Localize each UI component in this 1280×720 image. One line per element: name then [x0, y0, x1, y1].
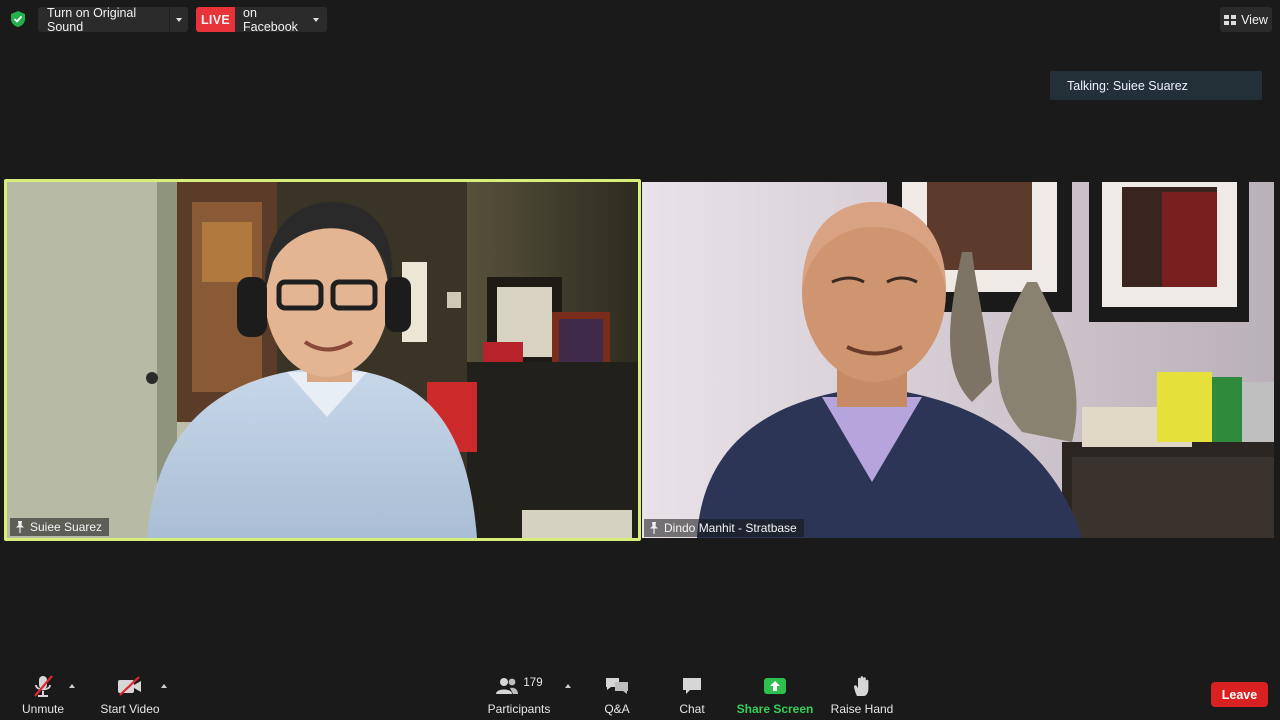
chat-button[interactable]: Chat — [672, 674, 712, 720]
share-screen-icon — [764, 678, 786, 694]
participants-options-caret[interactable] — [565, 684, 571, 688]
original-sound-dropdown[interactable] — [169, 7, 188, 32]
video-tile-dindo-manhit[interactable]: Dindo Manhit - Stratbase — [642, 182, 1274, 538]
unmute-button[interactable]: Unmute — [17, 674, 69, 720]
participant-name-tag: Suiee Suarez — [10, 518, 110, 536]
participant-name: Dindo Manhit - Stratbase — [664, 521, 797, 535]
qa-label: Q&A — [604, 702, 630, 716]
video-tile-suiee-suarez[interactable]: Suiee Suarez — [4, 179, 641, 541]
participants-count: 179 — [523, 677, 543, 689]
leave-button[interactable]: Leave — [1211, 682, 1268, 707]
unmute-label: Unmute — [21, 702, 65, 716]
chevron-down-icon — [313, 17, 319, 22]
raise-hand-button[interactable]: Raise Hand — [830, 674, 894, 720]
chevron-down-icon — [176, 17, 183, 22]
live-destination-label: on Facebook — [243, 5, 298, 34]
share-screen-label: Share Screen — [736, 702, 814, 716]
view-button[interactable]: View — [1220, 7, 1272, 32]
talking-indicator: Talking: Suiee Suarez — [1050, 71, 1262, 100]
video-options-caret[interactable] — [161, 684, 167, 688]
video-off-icon — [118, 676, 141, 696]
video-feed — [7, 182, 638, 538]
raise-hand-label: Raise Hand — [830, 702, 894, 716]
view-grid-icon — [1224, 14, 1237, 25]
original-sound-label: Turn on Original Sound — [47, 5, 137, 34]
pin-icon — [16, 521, 24, 533]
shield-check-icon[interactable] — [9, 10, 27, 28]
original-sound-button[interactable]: Turn on Original Sound — [38, 5, 188, 34]
raise-hand-icon — [854, 676, 869, 696]
live-stream-button[interactable]: LIVE on Facebook — [196, 5, 327, 34]
start-video-button[interactable]: Start Video — [100, 674, 160, 720]
participant-name: Suiee Suarez — [30, 520, 103, 534]
audio-options-caret[interactable] — [69, 684, 75, 688]
share-screen-button[interactable]: Share Screen — [737, 674, 813, 720]
participants-button[interactable]: 179 Participants — [487, 674, 551, 720]
participant-name-tag: Dindo Manhit - Stratbase — [644, 519, 804, 537]
chat-label: Chat — [679, 702, 705, 716]
participants-icon — [496, 678, 519, 694]
pin-icon — [650, 522, 658, 534]
start-video-label: Start Video — [100, 702, 160, 716]
qa-icon — [606, 678, 628, 694]
chat-icon — [683, 678, 701, 694]
qa-button[interactable]: Q&A — [598, 674, 636, 720]
video-feed — [642, 182, 1274, 538]
participants-label: Participants — [487, 702, 551, 716]
view-label: View — [1241, 12, 1268, 27]
muted-mic-icon — [34, 675, 53, 697]
live-badge: LIVE — [196, 7, 235, 32]
